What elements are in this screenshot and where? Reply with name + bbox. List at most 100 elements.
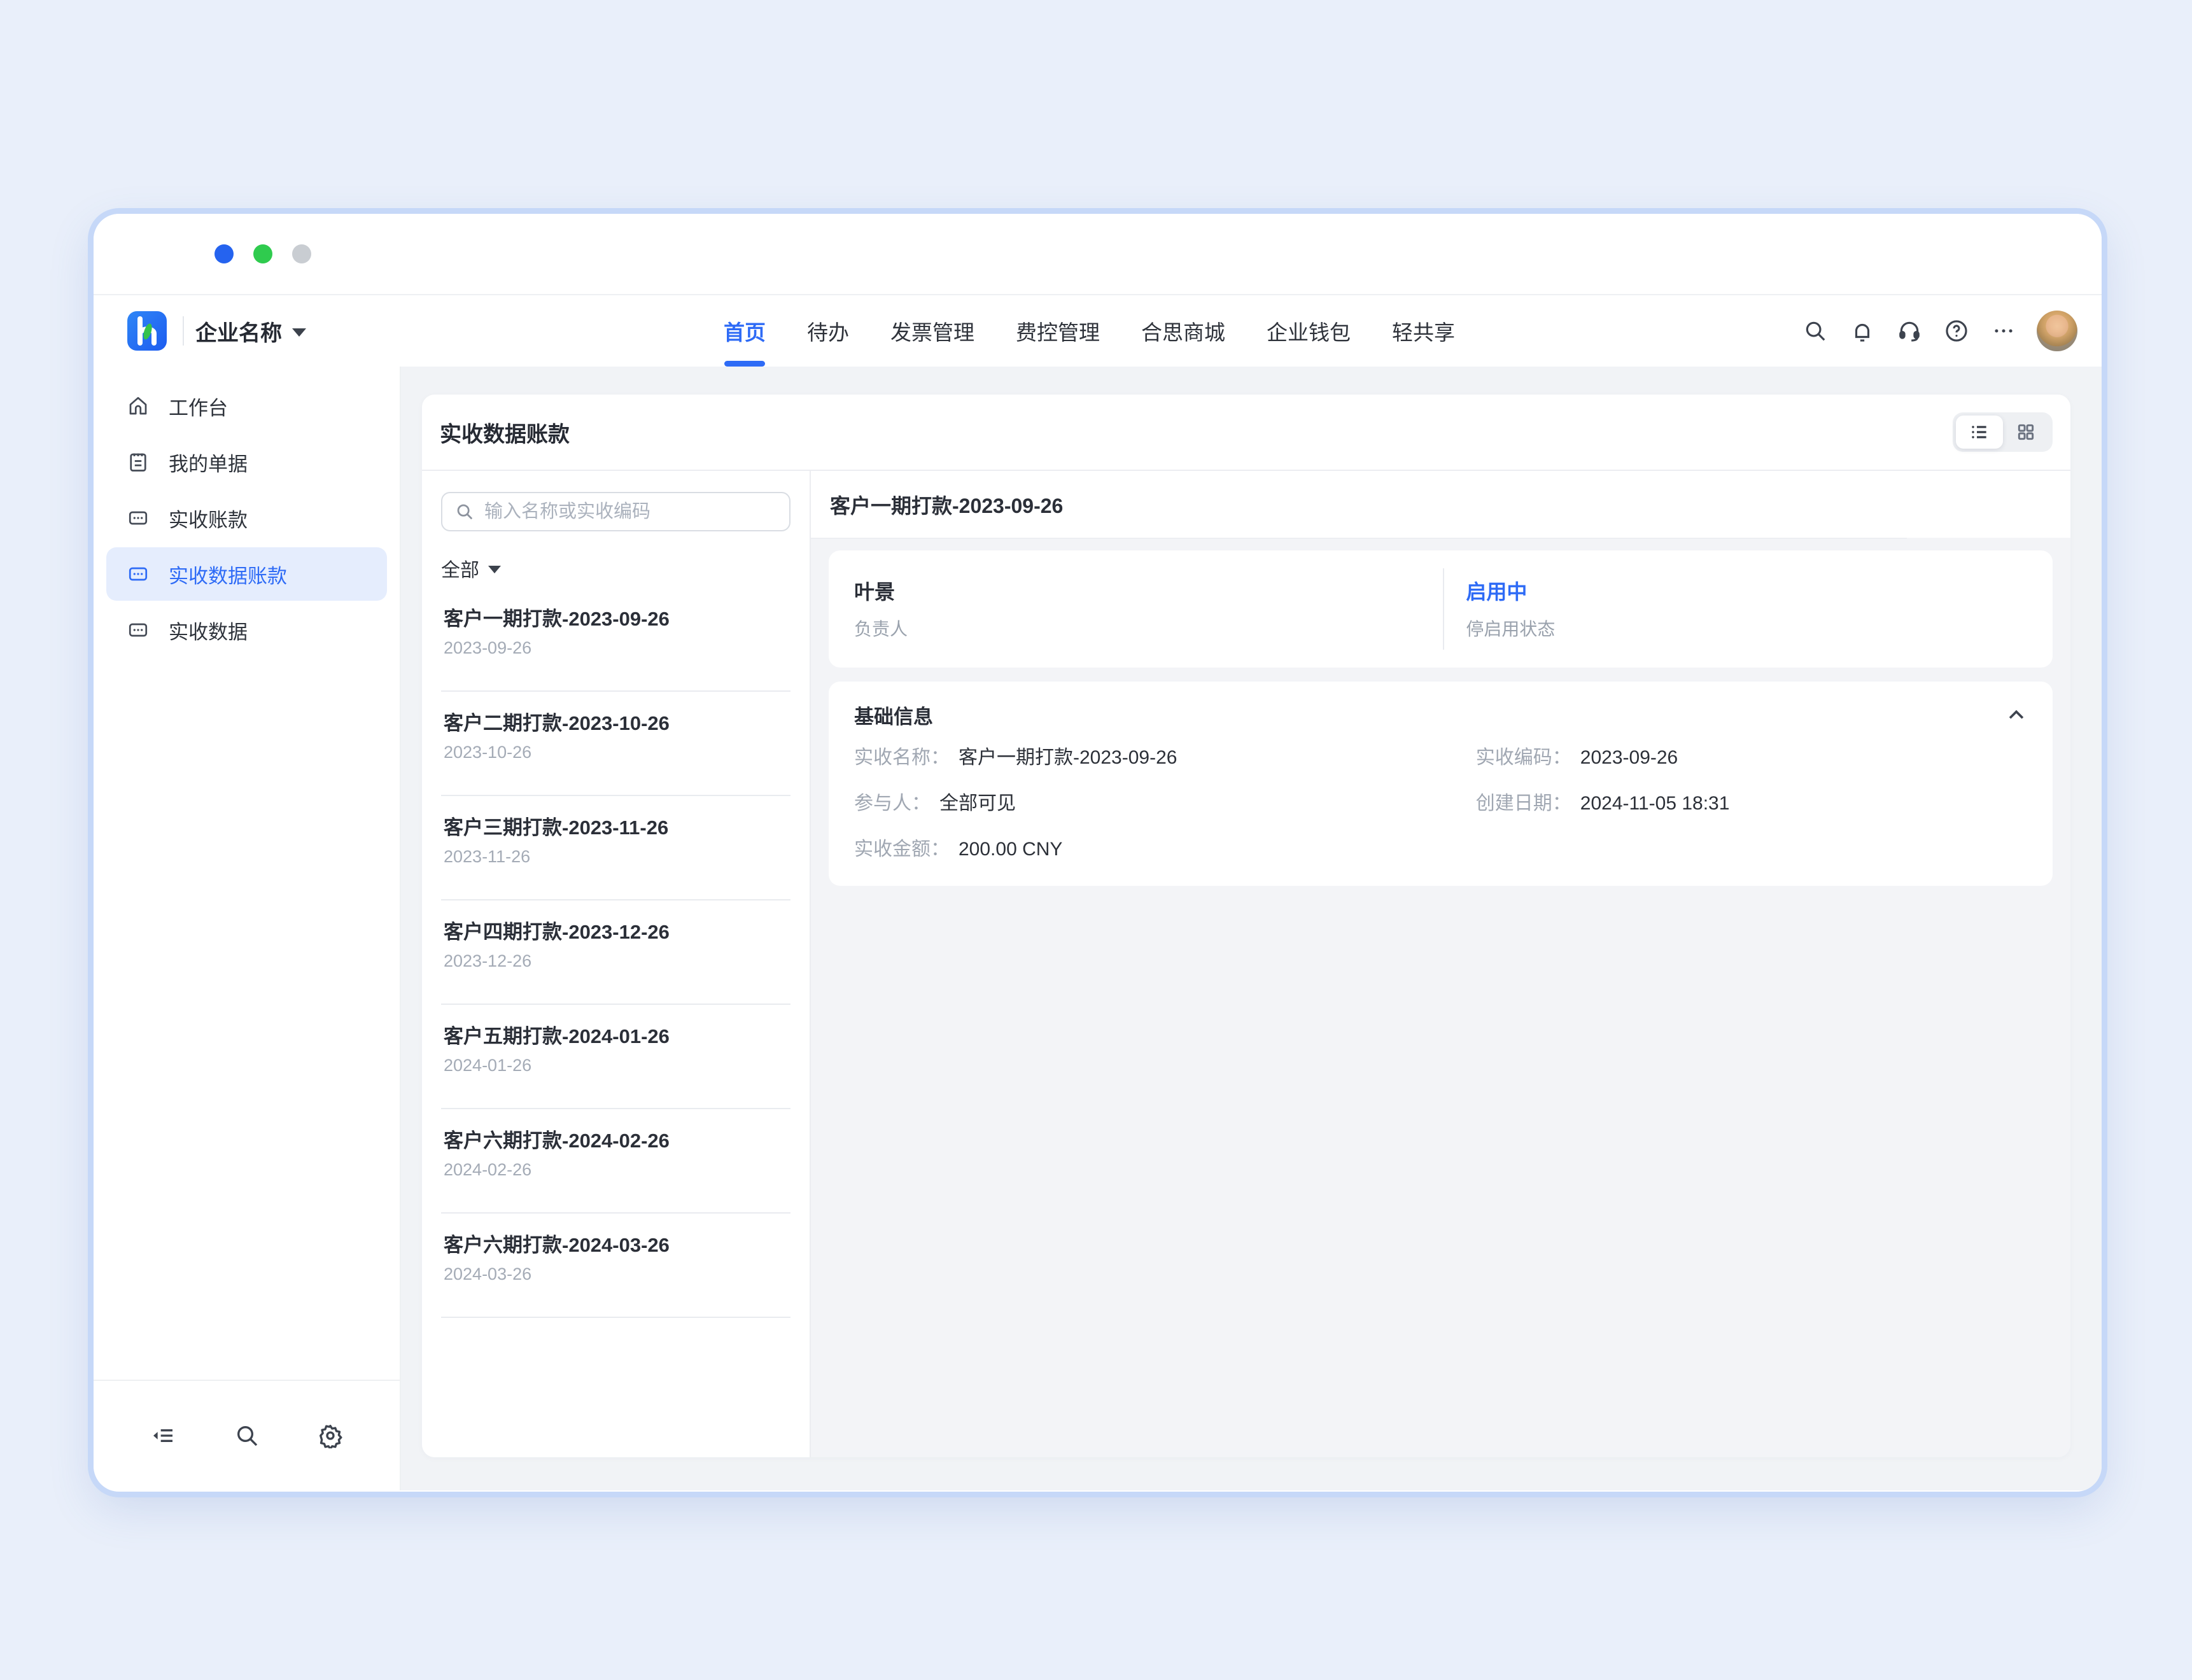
nav-item[interactable]: 合思商城 [1141, 295, 1225, 367]
stat-label: 负责人 [854, 615, 1443, 641]
basic-info-fields: 实收名称：客户一期打款-2023-09-26实收编码：2023-09-26参与人… [854, 746, 2027, 862]
company-name: 企业名称 [195, 316, 282, 347]
info-field: 创建日期： 2024-11-05 18:31 [1476, 792, 2027, 816]
filter-dropdown[interactable]: 全部 [441, 554, 790, 582]
top-nav: 首页待办发票管理费控管理合思商城企业钱包轻共享 [724, 295, 1455, 367]
list-item-date: 2023-12-26 [444, 951, 788, 971]
module-icon [127, 563, 150, 585]
status-card: 叶景负责人启用中停启用状态 [829, 550, 2053, 668]
list-item-date: 2024-03-26 [444, 1264, 788, 1284]
sidebar-item[interactable]: 实收账款 [106, 491, 387, 545]
chevron-down-icon [488, 566, 501, 573]
view-toggle [1953, 412, 2053, 452]
list-item[interactable]: 客户五期打款-2024-01-26 2024-01-26 [441, 1005, 790, 1109]
list-item-title: 客户六期打款-2024-02-26 [444, 1128, 788, 1154]
collapse-sidebar-icon[interactable] [149, 1422, 177, 1450]
list-item-title: 客户三期打款-2023-11-26 [444, 815, 788, 841]
sidebar-item[interactable]: 实收数据 [106, 603, 387, 657]
grid-view-button[interactable] [2003, 416, 2050, 449]
company-switcher[interactable]: 企业名称 [195, 295, 306, 367]
list-item-date: 2023-10-26 [444, 743, 788, 762]
list-item-date: 2024-01-26 [444, 1056, 788, 1075]
basic-info-title: 基础信息 [854, 701, 933, 729]
info-field: 实收编码： 2023-09-26 [1476, 746, 2027, 770]
home-icon [127, 395, 150, 417]
document-icon [127, 451, 150, 473]
detail-body: 叶景负责人启用中停启用状态 基础信息 实收名称：客户一期打款-2023-09-2… [811, 538, 2070, 899]
user-avatar[interactable] [2037, 311, 2077, 351]
header-divider [183, 316, 184, 346]
sidebar-footer [94, 1380, 400, 1490]
field-value: 200.00 CNY [959, 839, 1062, 860]
headset-icon[interactable] [1895, 317, 1923, 345]
search-icon [455, 502, 474, 521]
stat-value: 叶景 [854, 576, 1443, 605]
sidebar-item-label: 工作台 [169, 392, 228, 421]
list-item-date: 2023-09-26 [444, 638, 788, 658]
list-search-input[interactable] [484, 501, 776, 522]
sidebar-item-label: 我的单据 [169, 448, 248, 477]
nav-item[interactable]: 首页 [724, 295, 766, 367]
nav-item[interactable]: 待办 [807, 295, 849, 367]
sidebar-item[interactable]: 我的单据 [106, 435, 387, 489]
field-label: 创建日期： [1476, 793, 1571, 814]
list-search-field[interactable] [441, 492, 790, 531]
app-body: 工作台我的单据实收账款实收数据账款实收数据 实收数据账款 [94, 367, 2102, 1490]
chevron-down-icon [292, 328, 306, 337]
basic-info-card: 基础信息 实收名称：客户一期打款-2023-09-26实收编码：2023-09-… [829, 682, 2053, 886]
filter-label: 全部 [441, 554, 479, 582]
stat-column: 叶景负责人 [829, 550, 1443, 668]
settings-icon[interactable] [316, 1422, 344, 1450]
page-title: 实收数据账款 [440, 417, 570, 448]
list-item[interactable]: 客户三期打款-2023-11-26 2023-11-26 [441, 796, 790, 900]
nav-item[interactable]: 企业钱包 [1267, 295, 1351, 367]
info-field: 实收金额： 200.00 CNY [854, 837, 1476, 862]
stat-value: 启用中 [1466, 576, 1555, 605]
nav-item[interactable]: 轻共享 [1392, 295, 1455, 367]
list-item[interactable]: 客户二期打款-2023-10-262023-10-26 [441, 692, 790, 796]
search-icon[interactable] [1801, 317, 1829, 345]
field-value: 2023-09-26 [1580, 747, 1678, 768]
record-detail-pane: 客户一期打款-2023-09-26 叶景负责人启用中停启用状态 基础信息 实收名… [811, 471, 2070, 1457]
help-icon[interactable] [1943, 317, 1971, 345]
list-item-title: 客户四期打款-2023-12-26 [444, 920, 788, 945]
nav-item[interactable]: 费控管理 [1016, 295, 1100, 367]
list-item-title: 客户五期打款-2024-01-26 [444, 1024, 788, 1049]
list-item[interactable]: 客户四期打款-2023-12-26 2023-12-26 [441, 900, 790, 1005]
list-view-button[interactable] [1956, 416, 2003, 449]
list-item-date: 2024-02-26 [444, 1160, 788, 1180]
panel-header: 实收数据账款 [422, 395, 2070, 471]
field-label: 参与人： [854, 793, 931, 814]
sidebar-item[interactable]: 实收数据账款 [106, 547, 387, 601]
bell-icon[interactable] [1848, 317, 1876, 345]
list-item[interactable]: 客户六期打款-2024-03-26 2024-03-26 [441, 1214, 790, 1318]
search-icon[interactable] [233, 1422, 261, 1450]
list-item[interactable]: 客户一期打款-2023-09-26 2023-09-26 [441, 587, 790, 692]
header-icons [1801, 295, 2077, 367]
field-value: 2024-11-05 18:31 [1580, 793, 1730, 814]
detail-header: 客户一期打款-2023-09-26 [811, 471, 2070, 538]
field-label: 实收金额： [854, 839, 950, 860]
panel-body: 全部 客户一期打款-2023-09-26 2023-09-26 客户二期打款-202… [422, 471, 2070, 1457]
collapse-section-icon[interactable] [2006, 704, 2027, 726]
more-icon[interactable] [1990, 317, 2018, 345]
traffic-light-gray[interactable] [292, 244, 311, 263]
list-item-title: 客户六期打款-2024-03-26 [444, 1233, 788, 1258]
field-label: 实收编码： [1476, 747, 1571, 768]
stat-label: 停启用状态 [1466, 615, 1555, 641]
traffic-light-blue[interactable] [214, 244, 234, 263]
field-value: 客户一期打款-2023-09-26 [959, 747, 1177, 768]
app-logo-icon[interactable] [127, 311, 167, 351]
field-value: 全部可见 [939, 793, 1016, 814]
sidebar-item-label: 实收账款 [169, 504, 248, 533]
module-icon [127, 619, 150, 641]
list-item-title: 客户一期打款-2023-09-26 [444, 606, 788, 632]
list-item[interactable]: 客户六期打款-2024-02-26 2024-02-26 [441, 1109, 790, 1214]
app-window: 企业名称 首页待办发票管理费控管理合思商城企业钱包轻共享 工作台我 [94, 214, 2102, 1492]
traffic-light-green[interactable] [253, 244, 272, 263]
app-header: 企业名称 首页待办发票管理费控管理合思商城企业钱包轻共享 [94, 295, 2102, 367]
nav-item[interactable]: 发票管理 [890, 295, 974, 367]
list-item-date: 2023-11-26 [444, 847, 788, 867]
record-list-pane: 全部 客户一期打款-2023-09-26 2023-09-26 客户二期打款-202… [422, 471, 811, 1457]
sidebar-item[interactable]: 工作台 [106, 379, 387, 433]
